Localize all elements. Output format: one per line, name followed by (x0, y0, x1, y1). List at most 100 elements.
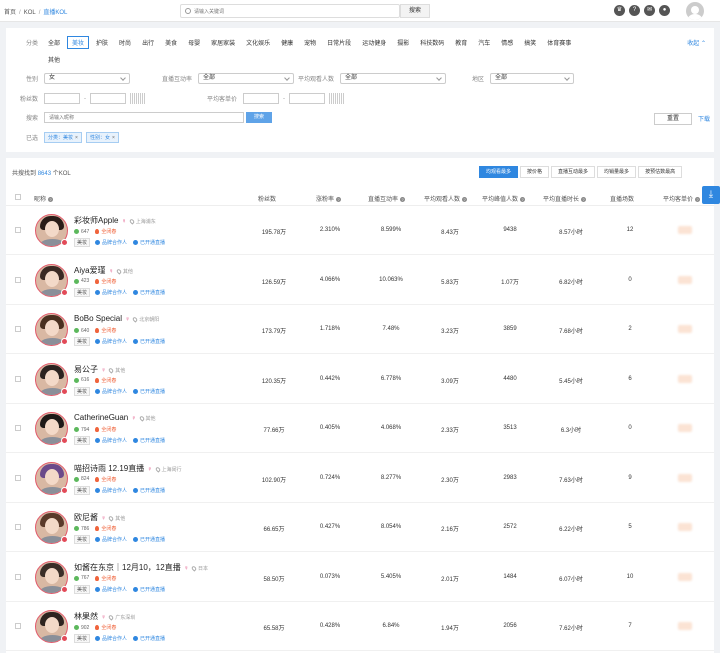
help-icon[interactable]: ? (629, 5, 640, 16)
cell-duration: 8.57小时 (559, 230, 583, 236)
kol-name[interactable]: 彩妆师Apple ♀ 上海浦东 (74, 215, 156, 226)
category-item[interactable]: 文化娱乐 (242, 37, 274, 48)
category-item[interactable]: 健康 (277, 37, 297, 48)
header-peak-viewers[interactable]: 平均峰值人数? (482, 194, 526, 203)
price-slider[interactable] (329, 93, 345, 104)
kol-name[interactable]: 林果然 ♀ 广东深圳 (74, 611, 135, 622)
category-item[interactable]: 出行 (138, 37, 158, 48)
header-duration[interactable]: 平均直播时长? (543, 194, 587, 203)
cell-peak-viewers: 1484 (503, 573, 517, 580)
category-item[interactable]: 摄影 (393, 37, 413, 48)
price-min-input[interactable] (243, 93, 280, 104)
category-item[interactable]: 美妆 (67, 36, 90, 49)
select-all-checkbox[interactable] (15, 194, 21, 200)
category-item[interactable]: 护肤 (92, 37, 112, 48)
kol-name[interactable]: BoBo Special ♀ 北京朝阳 (74, 314, 159, 323)
header-price[interactable]: 平均客单价? (663, 194, 701, 203)
kol-tags: 美妆 品牌合作人 已开通直播 (74, 238, 171, 247)
partner-icon (95, 537, 101, 542)
category-item[interactable]: 全部 (44, 37, 64, 48)
kol-name[interactable]: 易公子 ♀ 其他 (74, 364, 125, 375)
crown-icon[interactable]: ♛ (614, 5, 625, 16)
fans-min-input[interactable] (44, 93, 80, 104)
sort-tab[interactable]: 按预估数最高 (638, 166, 683, 178)
sort-tab[interactable]: 按价格 (520, 166, 550, 178)
gender-select[interactable]: 女 (44, 73, 130, 84)
category-item[interactable]: 母婴 (184, 37, 204, 48)
cell-avg-viewers: 3.23万 (441, 329, 459, 335)
header-sessions[interactable]: 直播场数 (610, 194, 634, 203)
kol-name[interactable]: 欧尼酱 ♀ 其他 (74, 512, 125, 523)
sort-tab[interactable]: 直播互动最多 (551, 166, 596, 178)
row-checkbox[interactable] (15, 474, 21, 481)
global-search-button[interactable]: 搜索 (400, 4, 430, 18)
viewers-select[interactable]: 全部 (340, 73, 447, 84)
bell-icon[interactable]: ● (659, 5, 670, 16)
selected-tag-gender[interactable]: 性别：女 × (85, 132, 119, 143)
price-max-input[interactable] (289, 93, 326, 104)
row-checkbox[interactable] (15, 276, 21, 283)
category-item[interactable]: 体育赛事 (543, 37, 575, 48)
category-item[interactable]: 情感 (497, 37, 517, 48)
table-row[interactable]: 如酱在东京｜12月10，12直播 ♀ 日本 767 全闭春 美妆 品牌合作人 已开通… (6, 553, 714, 602)
breadcrumb-home[interactable]: 首页 (4, 10, 16, 16)
location: 其他 (108, 515, 125, 522)
row-checkbox[interactable] (15, 573, 21, 580)
table-row[interactable]: 林果然 ♀ 广东深圳 902 全闭春 美妆 品牌合作人 已开通直播 65.58万 0… (6, 602, 714, 651)
header-growth[interactable]: 涨粉率? (316, 194, 342, 203)
table-row[interactable]: 彩妆师Apple ♀ 上海浦东 647 全闭春 美妆 品牌合作人 已开通直播 195… (6, 206, 714, 255)
live-badge-icon (61, 486, 68, 494)
category-item[interactable]: 宠物 (300, 37, 320, 48)
row-checkbox[interactable] (15, 326, 21, 332)
kol-name[interactable]: 喵招诗雨 12.19直播 ♀ 上海闵行 (74, 463, 182, 474)
download-icon[interactable]: ⤓ (702, 186, 720, 204)
table-row[interactable]: Aiya爱瑾 ♀ 其他 423 全闭春 美妆 品牌合作人 已开通直播 126.59万… (6, 256, 714, 305)
collapse-toggle[interactable]: 收起 ⌃ (687, 38, 706, 47)
user-avatar[interactable] (686, 2, 704, 20)
category-item[interactable]: 科技数码 (416, 37, 448, 48)
message-icon[interactable]: ✉ (644, 5, 655, 16)
row-checkbox[interactable] (15, 227, 21, 233)
row-checkbox[interactable] (15, 623, 21, 629)
keyword-search-button[interactable]: 搜索 (246, 112, 272, 123)
fans-max-input[interactable] (90, 93, 126, 104)
kol-name[interactable]: Aiya爱瑾 ♀ 其他 (74, 265, 133, 276)
row-checkbox[interactable] (15, 524, 21, 530)
breadcrumb: 首页 / KOL / 直播KOL (4, 10, 68, 16)
row-checkbox[interactable] (15, 425, 21, 431)
cell-price-blurred (678, 424, 692, 432)
kol-name[interactable]: CatherineGuan ♀ 其他 (74, 413, 156, 422)
sort-tab[interactable]: 均销量最多 (597, 166, 637, 178)
category-item[interactable]: 运动健身 (358, 37, 390, 48)
cell-growth: 0.073% (319, 573, 341, 580)
category-item[interactable]: 搞笑 (520, 37, 540, 48)
download-link[interactable]: 下载 (698, 114, 710, 123)
table-row[interactable]: 欧尼酱 ♀ 其他 786 全闭春 美妆 品牌合作人 已开通直播 66.65万 0.4… (6, 503, 714, 552)
breadcrumb-kol[interactable]: KOL (24, 10, 36, 16)
category-item[interactable]: 日常片段 (323, 37, 355, 48)
table-row[interactable]: 易公子 ♀ 其他 616 全闭春 美妆 品牌合作人 已开通直播 120.35万 0.… (6, 355, 714, 404)
live-icon (133, 240, 139, 245)
sort-tab[interactable]: 均观看最多 (479, 166, 519, 178)
fans-slider[interactable] (130, 93, 145, 104)
table-row[interactable]: CatherineGuan ♀ 其他 794 全闭春 美妆 品牌合作人 已开通直播 … (6, 404, 714, 453)
reset-button[interactable]: 重置 (654, 113, 692, 125)
table-row[interactable]: BoBo Special ♀ 北京朝阳 640 全闭春 美妆 品牌合作人 已开通直播… (6, 305, 714, 354)
header-fans[interactable]: 粉丝数 (258, 194, 276, 203)
global-search-input[interactable] (194, 7, 394, 16)
category-item[interactable]: 家居家装 (207, 37, 239, 48)
header-interaction[interactable]: 直播互动率? (368, 194, 406, 203)
table-row[interactable]: 喵招诗雨 12.19直播 ♀ 上海闵行 824 全闭春 美妆 品牌合作人 已开通直播… (6, 454, 714, 503)
keyword-input[interactable] (44, 112, 244, 123)
interaction-select[interactable]: 全部 (198, 73, 295, 84)
category-item[interactable]: 其他 (44, 54, 64, 65)
category-item[interactable]: 美食 (161, 37, 181, 48)
row-checkbox[interactable] (15, 375, 21, 382)
header-avg-viewers[interactable]: 平均观看人数? (424, 194, 468, 203)
category-item[interactable]: 汽车 (474, 37, 494, 48)
selected-tag-category[interactable]: 分类：美妆 × (44, 132, 82, 143)
category-item[interactable]: 时尚 (115, 37, 135, 48)
kol-name[interactable]: 如酱在东京｜12月10，12直播 ♀ 日本 (74, 562, 208, 573)
region-select[interactable]: 全部 (490, 73, 575, 84)
category-item[interactable]: 教育 (451, 37, 471, 48)
